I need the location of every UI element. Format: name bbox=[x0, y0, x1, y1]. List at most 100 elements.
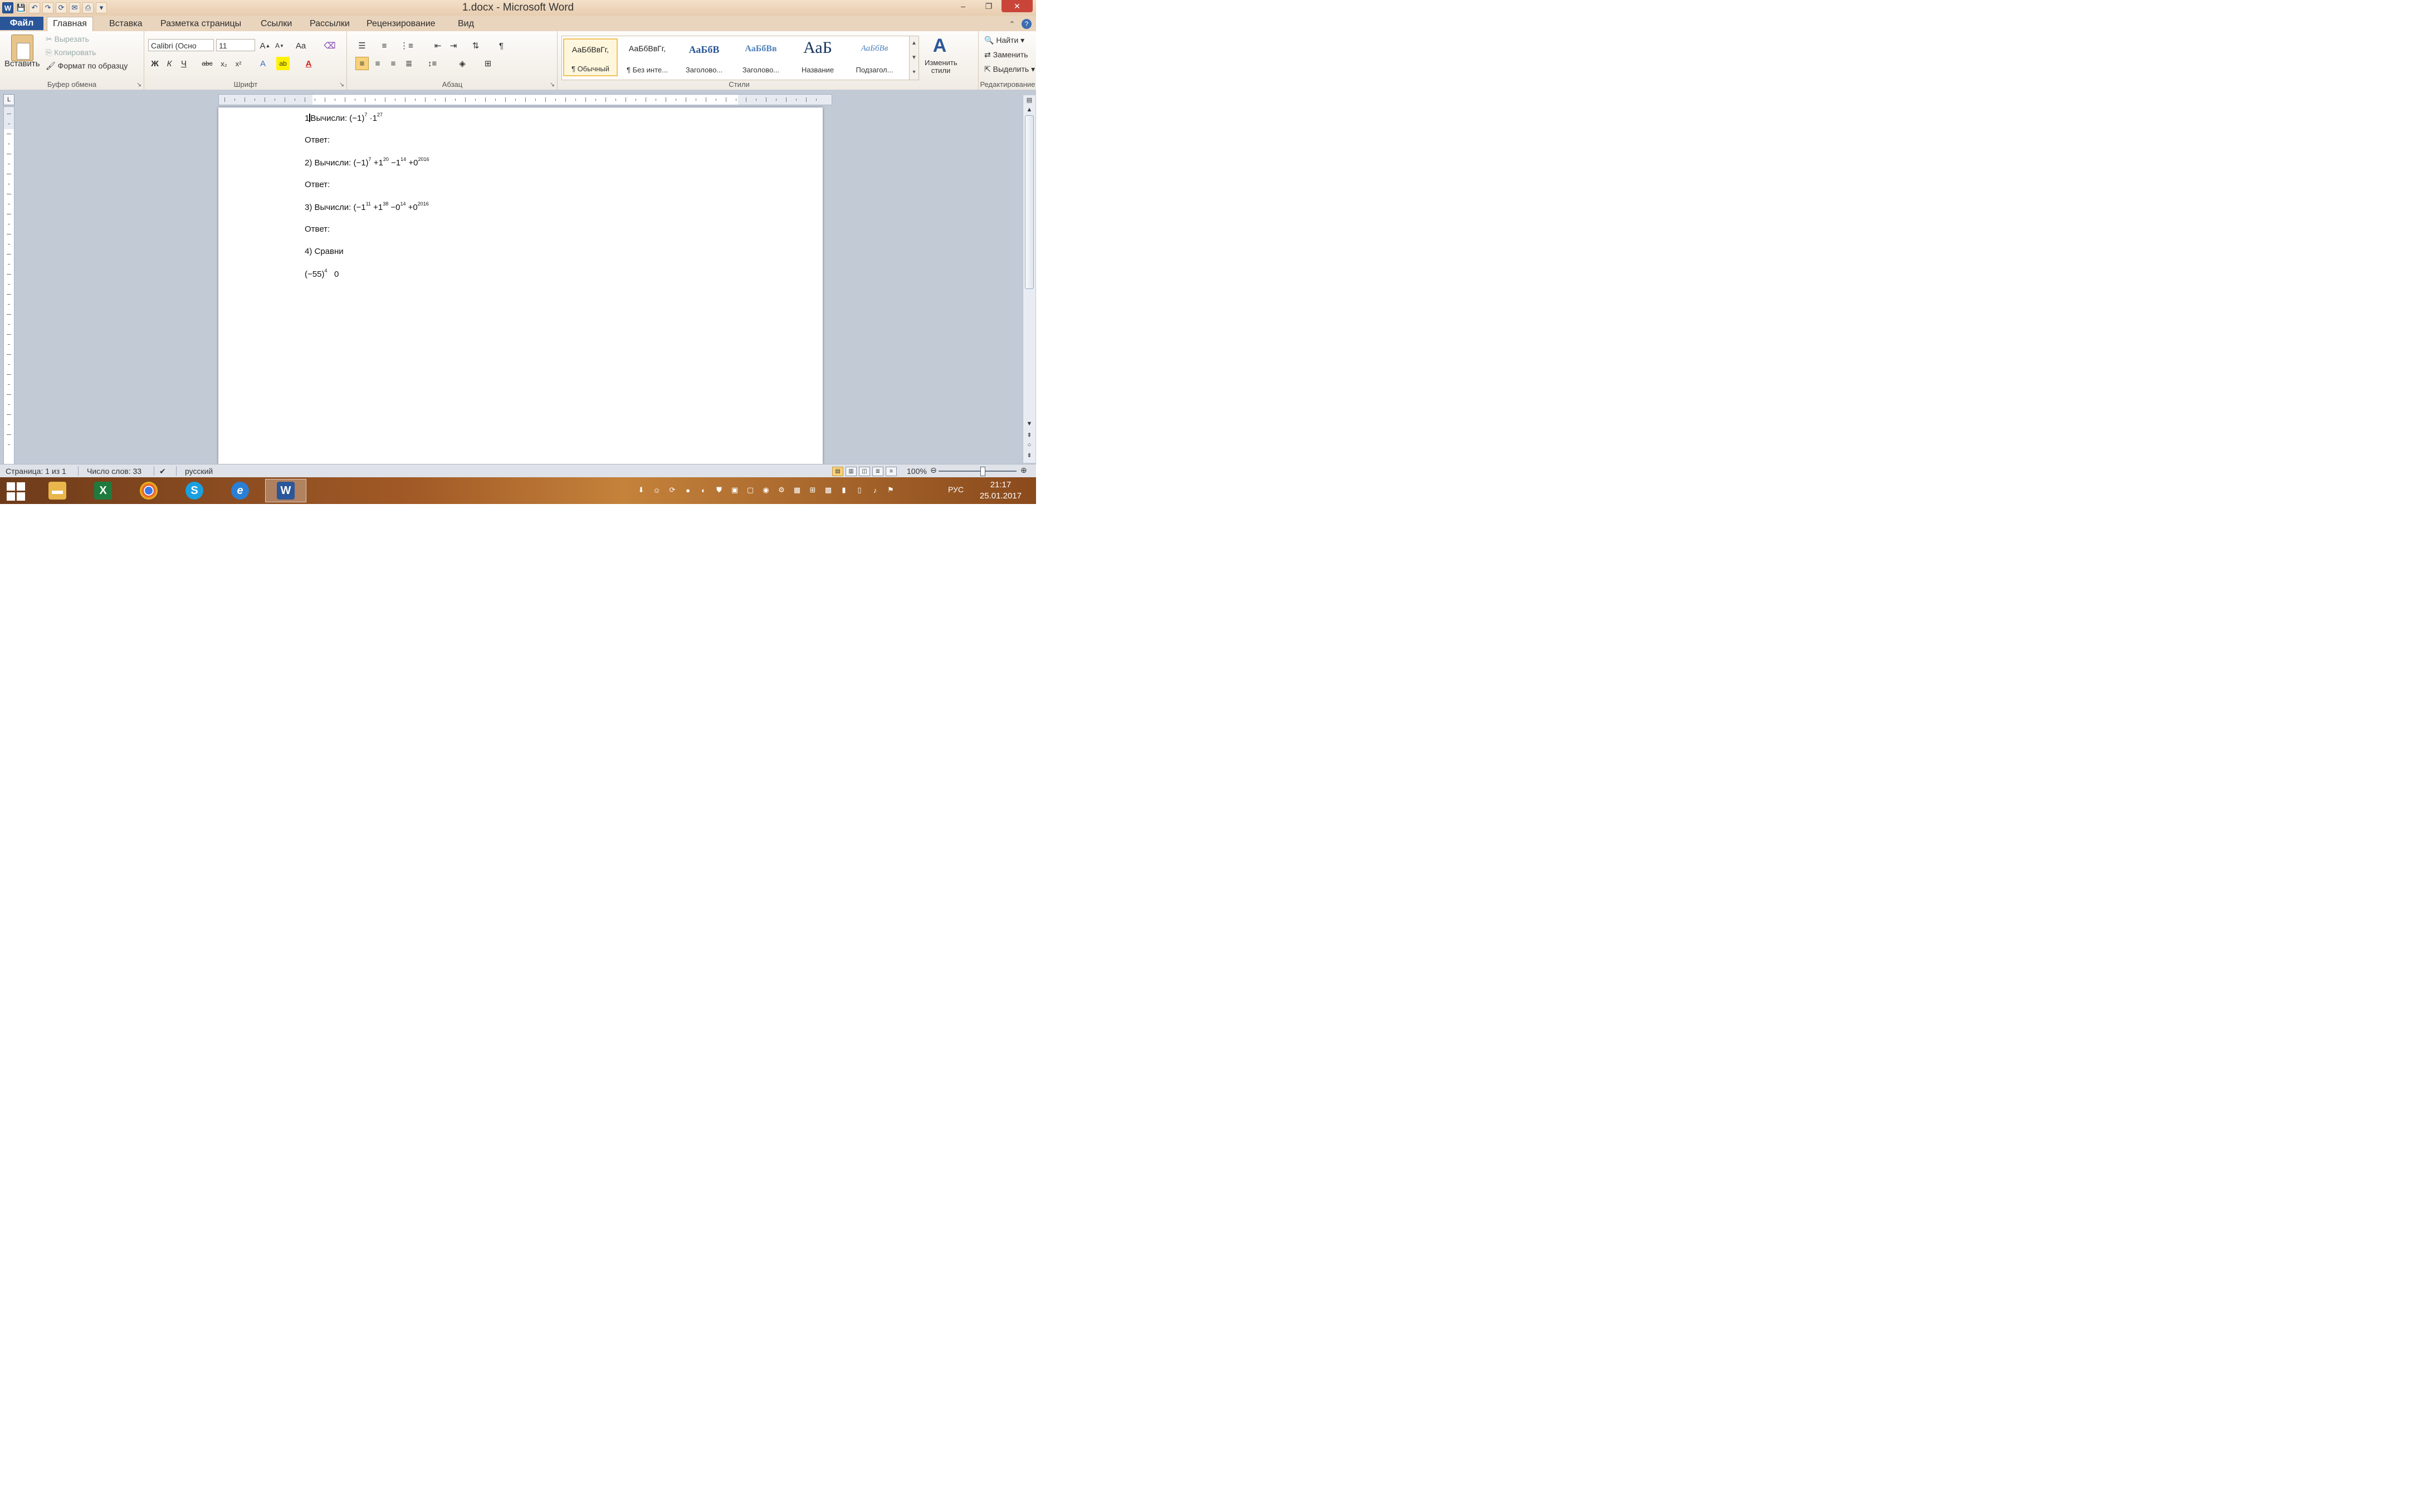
clipboard-launcher-icon[interactable]: ↘ bbox=[136, 81, 141, 88]
tray-app-icon[interactable]: ◐ bbox=[697, 484, 710, 496]
scroll-down-icon[interactable]: ▼ bbox=[1023, 420, 1035, 427]
taskbar-excel[interactable]: X bbox=[82, 479, 124, 502]
taskbar-chrome[interactable] bbox=[128, 479, 169, 502]
tray-flag-icon[interactable]: ⚑ bbox=[885, 484, 897, 496]
system-clock[interactable]: 21:17 25.01.2017 bbox=[980, 479, 1022, 502]
tray-game-icon[interactable]: ● bbox=[682, 484, 694, 496]
tray-record-icon[interactable]: ◉ bbox=[760, 484, 772, 496]
vertical-scrollbar[interactable]: ▤ ▲ ▼ ⇞ ○ ⇟ bbox=[1023, 95, 1035, 463]
tab-file[interactable]: Файл bbox=[0, 17, 43, 30]
outline-view-icon[interactable]: ≣ bbox=[872, 467, 883, 476]
numbering-icon[interactable]: ≡ bbox=[378, 39, 391, 52]
tray-volume-icon[interactable]: ♪ bbox=[869, 484, 881, 496]
next-page-icon[interactable]: ⇟ bbox=[1023, 452, 1035, 459]
font-size-select[interactable]: 11 bbox=[216, 39, 255, 51]
proofing-icon[interactable]: ✔ bbox=[159, 467, 166, 476]
close-button[interactable]: ✕ bbox=[1002, 0, 1033, 12]
change-styles-button[interactable]: Изменить стили bbox=[925, 59, 958, 75]
tab-review[interactable]: Рецензирование bbox=[361, 18, 441, 30]
grow-font-icon[interactable]: A ▲ bbox=[258, 39, 272, 52]
doc-line-2[interactable]: Ответ: bbox=[305, 135, 330, 145]
prev-page-icon[interactable]: ⇞ bbox=[1023, 432, 1035, 439]
italic-button[interactable]: К bbox=[163, 57, 176, 70]
tray-shield-icon[interactable]: ⛊ bbox=[713, 484, 725, 496]
underline-button[interactable]: Ч bbox=[177, 57, 190, 70]
align-center-icon[interactable]: ≡ bbox=[371, 57, 384, 70]
tray-network-icon[interactable]: ▮ bbox=[838, 484, 850, 496]
tray-sync-icon[interactable]: ⟳ bbox=[666, 484, 678, 496]
help-icon[interactable]: ? bbox=[1022, 19, 1032, 29]
doc-line-5[interactable]: 3) Вычисли: (−111 +138 −014 +02016 bbox=[305, 201, 429, 212]
tray-monitor-icon[interactable]: ▣ bbox=[729, 484, 741, 496]
tray-box-icon[interactable]: ▦ bbox=[791, 484, 803, 496]
doc-line-3[interactable]: 2) Вычисли: (−1)7 +120 −114 +02016 bbox=[305, 156, 429, 168]
copy-button[interactable]: ⎘ Копировать bbox=[46, 48, 96, 57]
cut-button[interactable]: ✂ Вырезать bbox=[46, 35, 89, 44]
superscript-button[interactable]: x² bbox=[232, 57, 245, 70]
scroll-thumb[interactable] bbox=[1025, 115, 1034, 289]
tray-battery-icon[interactable]: ▯ bbox=[853, 484, 866, 496]
taskbar-skype[interactable]: S bbox=[174, 479, 215, 502]
decrease-indent-icon[interactable]: ⇤ bbox=[431, 39, 444, 52]
clear-format-icon[interactable]: ⌫ bbox=[323, 39, 336, 52]
ruler-toggle-icon[interactable]: ▤ bbox=[1023, 96, 1035, 104]
paste-button[interactable]: Вставить bbox=[4, 59, 40, 68]
tray-tool-icon[interactable]: ⚙ bbox=[775, 484, 788, 496]
zoom-in-icon[interactable]: ⊕ bbox=[1020, 466, 1027, 475]
find-button[interactable]: 🔍 Найти ▾ bbox=[984, 36, 1024, 45]
start-button[interactable] bbox=[3, 482, 28, 501]
vertical-ruler[interactable] bbox=[3, 106, 14, 465]
collapse-ribbon-icon[interactable]: ⌃ bbox=[1007, 19, 1017, 29]
browse-object-icon[interactable]: ○ bbox=[1023, 442, 1035, 448]
borders-icon[interactable]: ⊞ bbox=[481, 57, 495, 70]
subscript-button[interactable]: x₂ bbox=[217, 57, 231, 70]
doc-line-1[interactable]: 1 Вычисли: (−1)7 ·127 bbox=[305, 112, 383, 123]
tab-references[interactable]: Ссылки bbox=[255, 18, 297, 30]
style-normal[interactable]: АаБбВвГг, ¶ Обычный bbox=[563, 38, 618, 76]
font-color-icon[interactable]: A bbox=[302, 57, 315, 70]
word-count[interactable]: Число слов: 33 bbox=[87, 467, 141, 476]
zoom-out-icon[interactable]: ⊖ bbox=[930, 466, 937, 475]
minimize-button[interactable]: – bbox=[950, 0, 976, 12]
horizontal-ruler[interactable] bbox=[218, 94, 832, 105]
strikethrough-button[interactable]: abc bbox=[201, 57, 214, 70]
format-painter-button[interactable]: 🖌 Формат по образцу bbox=[46, 61, 128, 71]
change-styles-icon[interactable]: A bbox=[927, 35, 952, 57]
tab-page-layout[interactable]: Разметка страницы bbox=[155, 18, 247, 30]
tab-mailings[interactable]: Рассылки bbox=[304, 18, 355, 30]
taskbar-word[interactable]: W bbox=[265, 479, 306, 502]
tray-grid-icon[interactable]: ⊞ bbox=[807, 484, 819, 496]
show-marks-icon[interactable]: ¶ bbox=[495, 39, 508, 52]
tray-chat-icon[interactable]: ☺ bbox=[651, 484, 663, 496]
align-left-icon[interactable]: ≡ bbox=[355, 57, 369, 70]
tray-photo-icon[interactable]: ▩ bbox=[822, 484, 834, 496]
multilevel-list-icon[interactable]: ⋮≡ bbox=[400, 39, 413, 52]
doc-line-8[interactable]: (−55)4 0 bbox=[305, 268, 339, 279]
doc-line-4[interactable]: Ответ: bbox=[305, 180, 330, 189]
text-effects-icon[interactable]: A bbox=[256, 57, 270, 70]
align-right-icon[interactable]: ≡ bbox=[387, 57, 400, 70]
tab-home[interactable]: Главная bbox=[47, 17, 93, 33]
increase-indent-icon[interactable]: ⇥ bbox=[447, 39, 460, 52]
scroll-up-icon[interactable]: ▲ bbox=[1023, 106, 1035, 113]
tray-download-icon[interactable]: ⬇ bbox=[635, 484, 647, 496]
change-case-button[interactable]: Aa bbox=[294, 39, 307, 52]
line-spacing-icon[interactable]: ↕≡ bbox=[426, 57, 439, 70]
paste-icon[interactable] bbox=[11, 35, 33, 61]
keyboard-language[interactable]: РУС bbox=[948, 485, 964, 494]
bullets-icon[interactable]: ☰ bbox=[355, 39, 369, 52]
draft-view-icon[interactable]: ≡ bbox=[886, 467, 897, 476]
maximize-button[interactable]: ❐ bbox=[976, 0, 1002, 12]
taskbar-ie[interactable]: e bbox=[219, 479, 261, 502]
language-indicator[interactable]: русский bbox=[185, 467, 213, 476]
font-launcher-icon[interactable]: ↘ bbox=[339, 81, 344, 88]
tab-view[interactable]: Вид bbox=[452, 18, 480, 30]
highlight-icon[interactable]: ab bbox=[276, 57, 290, 70]
full-screen-view-icon[interactable]: ▥ bbox=[846, 467, 857, 476]
sort-icon[interactable]: ⇅ bbox=[469, 39, 482, 52]
select-button[interactable]: ⇱ Выделить ▾ bbox=[984, 65, 1035, 74]
styles-gallery-scroll[interactable]: ▲ ▼ ▾ bbox=[909, 36, 919, 80]
tab-insert[interactable]: Вставка bbox=[104, 18, 148, 30]
doc-line-7[interactable]: 4) Сравни bbox=[305, 247, 344, 256]
document-page[interactable]: 1 Вычисли: (−1)7 ·127 Ответ: 2) Вычисли: … bbox=[218, 107, 823, 464]
